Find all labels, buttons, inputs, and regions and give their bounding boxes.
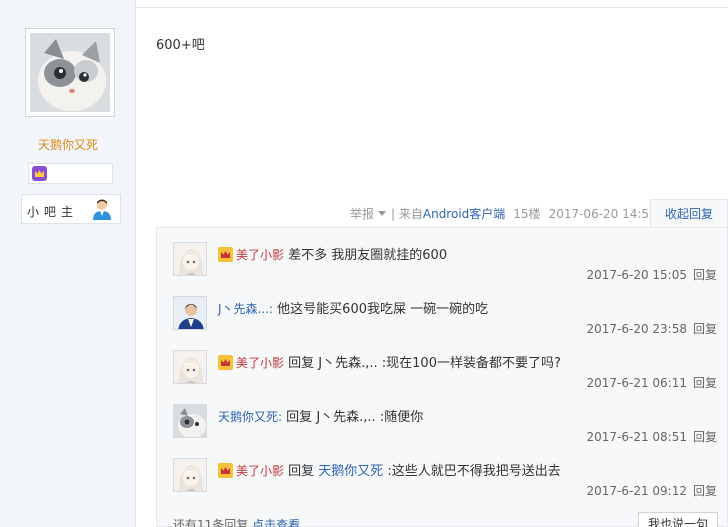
reply-username[interactable]: J丶先森...: bbox=[218, 302, 273, 316]
reply-message: :这些人就巴不得我把号送出去 bbox=[383, 464, 561, 479]
reply-time: 2017-6-20 23:58 bbox=[586, 322, 687, 336]
reply-line: 美了小影 回复 J丶先森.,.. :现在100一样装备都不要了吗? bbox=[218, 352, 561, 371]
reply-line: 美了小影 回复 天鹅你又死 :这些人就巴不得我把号送出去 bbox=[218, 460, 561, 479]
reply-item: 天鹅你又死: 回复 J丶先森.,.. :随便你 2017-6-21 08:51 回… bbox=[157, 390, 728, 444]
anime-girl-avatar-icon bbox=[174, 459, 206, 491]
view-more-link[interactable]: 点击查看 bbox=[252, 518, 300, 527]
vip-badge-icon bbox=[218, 355, 233, 370]
reply-item: 美了小影 差不多 我朋友圈就挂的600 2017-6-20 15:05 回复 bbox=[157, 228, 728, 282]
reply-avatar[interactable] bbox=[173, 404, 207, 438]
role-label: 小吧主 bbox=[27, 205, 79, 219]
collapse-replies-button[interactable]: 收起回复 bbox=[650, 199, 728, 228]
reply-button[interactable]: 回复 bbox=[693, 376, 717, 390]
reply-message: 他这号能买600我吃屎 一碗一碗的吃 bbox=[277, 302, 489, 317]
add-reply-button[interactable]: 我也说一句 bbox=[638, 512, 718, 527]
reply-avatar[interactable] bbox=[173, 242, 207, 276]
post-meta: 举报 | 来自Android客户端 15楼 2017-06-20 14:55 bbox=[350, 205, 657, 223]
reply-username[interactable]: 美了小影 bbox=[236, 464, 284, 478]
reply-message: J丶先森.,.. :现在100一样装备都不要了吗? bbox=[318, 356, 561, 371]
reply-button[interactable]: 回复 bbox=[693, 322, 717, 336]
reply-username[interactable]: 美了小影 bbox=[236, 356, 284, 370]
post-time: 2017-06-20 14:55 bbox=[548, 206, 657, 221]
reply-line: J丶先森...: 他这号能买600我吃屎 一碗一碗的吃 bbox=[218, 298, 488, 317]
man-suit-avatar-icon bbox=[174, 297, 206, 329]
reply-meta: 2017-6-20 23:58 回复 bbox=[586, 320, 717, 337]
divider bbox=[136, 7, 728, 8]
reply-button[interactable]: 回复 bbox=[693, 268, 717, 282]
anime-girl-avatar-icon bbox=[174, 243, 206, 275]
reply-target-user[interactable]: 天鹅你又死 bbox=[318, 464, 383, 479]
reply-time: 2017-6-20 15:05 bbox=[586, 268, 687, 282]
moderator-person-icon bbox=[93, 199, 111, 220]
client-link[interactable]: Android客户端 bbox=[423, 205, 505, 222]
reply-time: 2017-6-21 08:51 bbox=[586, 430, 687, 444]
cat-avatar-icon bbox=[30, 33, 110, 112]
reply-list: 美了小影 差不多 我朋友圈就挂的600 2017-6-20 15:05 回复 J丶… bbox=[156, 227, 728, 527]
reply-time: 2017-6-21 06:11 bbox=[586, 376, 687, 390]
anime-girl-avatar-icon bbox=[174, 351, 206, 383]
crown-badge-icon bbox=[32, 166, 47, 181]
reply-meta: 2017-6-20 15:05 回复 bbox=[586, 266, 717, 283]
reply-meta: 2017-6-21 09:12 回复 bbox=[586, 482, 717, 499]
reply-avatar[interactable] bbox=[173, 458, 207, 492]
reply-text: 差不多 我朋友圈就挂的600 bbox=[284, 248, 447, 263]
vip-badge-icon bbox=[218, 463, 233, 478]
reply-button[interactable]: 回复 bbox=[693, 484, 717, 498]
reply-meta: 2017-6-21 06:11 回复 bbox=[586, 374, 717, 391]
reply-message: J丶先森.,.. :随便你 bbox=[316, 410, 424, 425]
reply-message: 差不多 我朋友圈就挂的600 bbox=[288, 248, 448, 263]
cat-avatar-icon bbox=[174, 405, 206, 437]
reply-text-prefix: 回复 bbox=[284, 464, 319, 479]
reply-item: 美了小影 回复 天鹅你又死 :这些人就巴不得我把号送出去 2017-6-21 0… bbox=[157, 444, 728, 498]
reply-text: 他这号能买600我吃屎 一碗一碗的吃 bbox=[273, 302, 488, 317]
report-link[interactable]: 举报 bbox=[350, 205, 374, 222]
moderator-badge[interactable]: 小吧主 bbox=[21, 194, 121, 224]
chevron-down-icon[interactable] bbox=[378, 211, 387, 216]
reply-button[interactable]: 回复 bbox=[693, 430, 717, 444]
vip-badge-icon bbox=[218, 247, 233, 262]
reply-username[interactable]: 美了小影 bbox=[236, 248, 284, 262]
level-badge[interactable] bbox=[28, 163, 113, 184]
reply-text: 回复 天鹅你又死 :这些人就巴不得我把号送出去 bbox=[284, 464, 561, 479]
author-username[interactable]: 天鹅你又死 bbox=[0, 136, 136, 153]
reply-text-prefix: 回复 bbox=[282, 410, 317, 425]
more-replies-count: 还有11条回复, bbox=[173, 518, 253, 527]
reply-text-prefix: 回复 bbox=[284, 356, 319, 371]
reply-avatar[interactable] bbox=[173, 296, 207, 330]
source-prefix: | 来自 bbox=[391, 207, 423, 221]
reply-meta: 2017-6-21 08:51 回复 bbox=[586, 428, 717, 445]
reply-text: 回复 J丶先森.,.. :现在100一样装备都不要了吗? bbox=[284, 356, 561, 371]
more-replies: 还有11条回复,点击查看 bbox=[173, 516, 300, 527]
reply-line: 美了小影 差不多 我朋友圈就挂的600 bbox=[218, 244, 447, 263]
reply-item: 美了小影 回复 J丶先森.,.. :现在100一样装备都不要了吗? 2017-6… bbox=[157, 336, 728, 390]
reply-username[interactable]: 天鹅你又死: bbox=[218, 410, 282, 424]
floor-number: 15楼 bbox=[513, 207, 541, 221]
reply-item: J丶先森...: 他这号能买600我吃屎 一碗一碗的吃 2017-6-20 23… bbox=[157, 282, 728, 336]
reply-time: 2017-6-21 09:12 bbox=[586, 484, 687, 498]
author-avatar[interactable] bbox=[25, 28, 115, 117]
reply-avatar[interactable] bbox=[173, 350, 207, 384]
reply-text: 回复 J丶先森.,.. :随便你 bbox=[282, 410, 423, 425]
post-text: 600+吧 bbox=[156, 38, 205, 53]
reply-line: 天鹅你又死: 回复 J丶先森.,.. :随便你 bbox=[218, 406, 423, 425]
